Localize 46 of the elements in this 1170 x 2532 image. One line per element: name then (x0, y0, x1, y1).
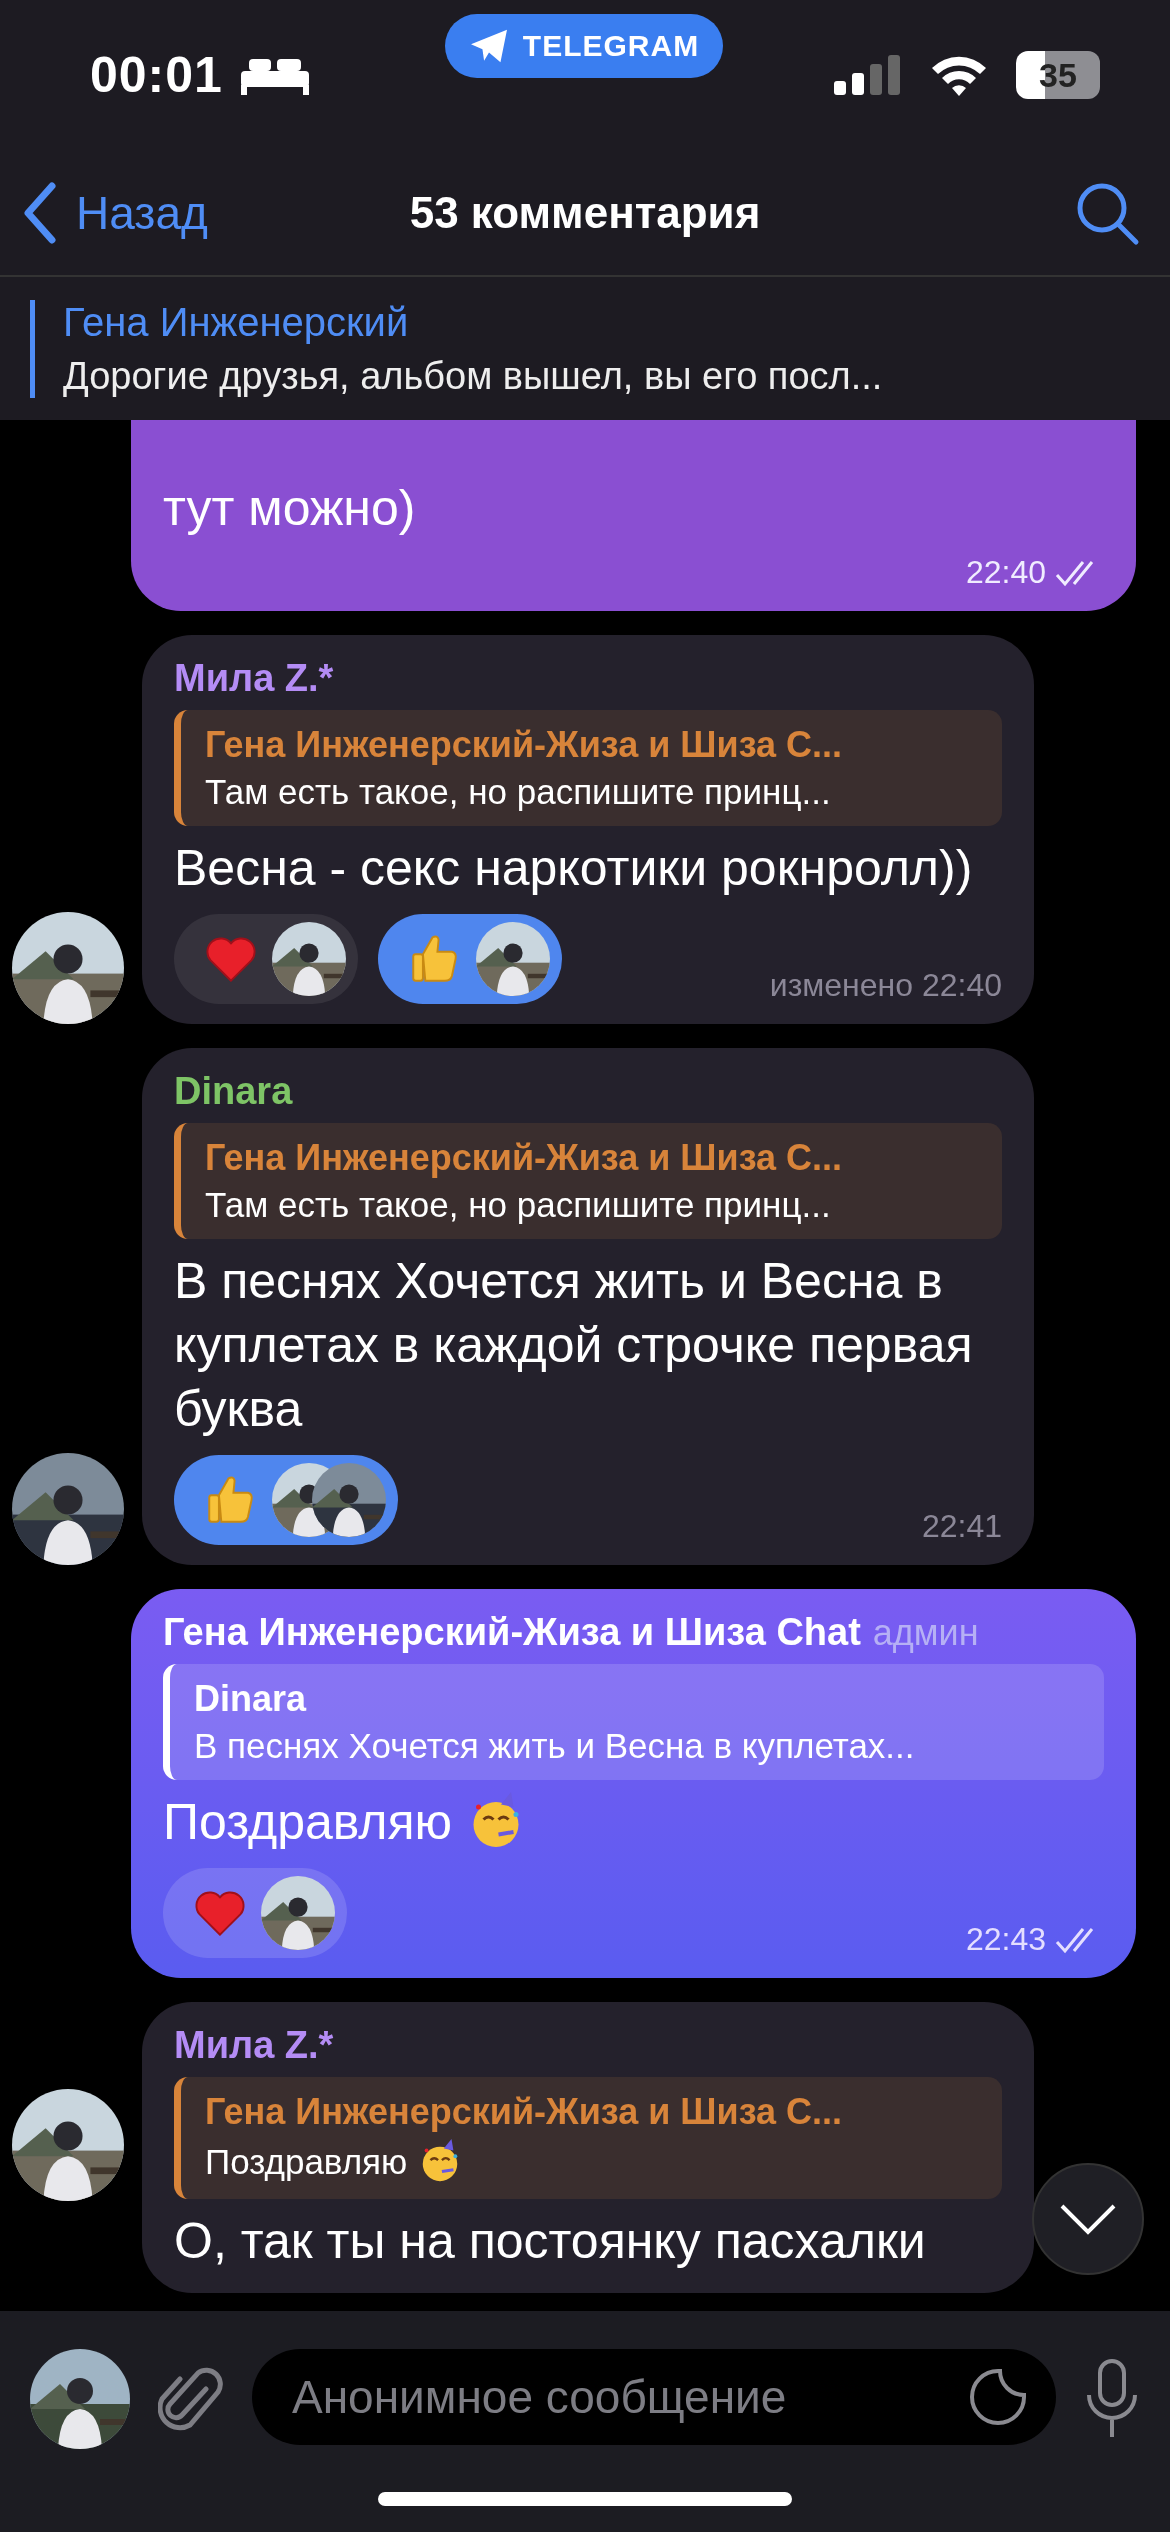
message-text: О, так ты на постоянку пасхалки (174, 2212, 926, 2271)
reply-quote[interactable]: Dinara В песнях Хочется жить и Весна в куплетах... (163, 1664, 1104, 1780)
reply-author: Гена Инженерский-Жиза и Шиза С... (205, 1137, 843, 1179)
app-return-pill[interactable]: TELEGRAM (445, 14, 723, 78)
message-time: 22:40 (965, 554, 1046, 591)
message-time: 22:41 (921, 1508, 1002, 1545)
reply-text: Там есть такое, но распишите принц... (205, 772, 831, 812)
reply-text: Там есть такое, но распишите принц... (205, 1185, 831, 1225)
message-bubble[interactable]: тут можно) 22:40 (131, 420, 1136, 611)
sender-name: Dinara (174, 1070, 293, 1113)
pinned-message[interactable]: Гена Инженерский Дорогие друзья, альбом вышел, вы его посл... (0, 277, 1170, 420)
message-input[interactable]: Анонимное сообщение (252, 2349, 1056, 2445)
message-text: В песнях Хочется жить и Весна в куплетах в каждой строчке первая буква (174, 1252, 974, 1439)
signal-icon (834, 55, 902, 95)
reply-quote[interactable]: Гена Инженерский-Жиза и Шиза С... Поздравляю (174, 2077, 1002, 2199)
message-bubble[interactable]: Мила Z.* Гена Инженерский-Жиза и Шиза С... Там есть такое, но распишите принц... Весна - секс наркотики рокнролл)) изменено 22:40 (142, 635, 1034, 1024)
reply-quote[interactable]: Гена Инженерский-Жиза и Шиза С... Там есть такое, но распишите принц... (174, 710, 1002, 826)
pinned-text: Дорогие друзья, альбом вышел, вы его посл... (63, 354, 883, 398)
status-time: 00:01 (90, 46, 223, 104)
paper-plane-icon (468, 28, 509, 64)
wifi-icon (930, 54, 988, 96)
message-text: Поздравляю (163, 1793, 452, 1852)
message-bubble[interactable]: Гена Инженерский-Жиза и Шиза Chat админ Dinara В песнях Хочется жить и Весна в куплетах... Поздравляю 22:43 (131, 1589, 1136, 1978)
message-text: тут можно) (163, 479, 416, 538)
message-time: изменено 22:40 (769, 967, 1002, 1004)
reply-text: В песнях Хочется жить и Весна в куплетах... (194, 1726, 915, 1766)
chevron-down-icon (1059, 2203, 1117, 2235)
admin-label: админ (872, 1612, 979, 1654)
pinned-author: Гена Инженерский (63, 299, 410, 345)
chat-title: 53 комментария (409, 187, 761, 237)
chevron-left-icon (22, 181, 58, 244)
back-button[interactable]: Назад (22, 181, 208, 244)
microphone-icon[interactable] (1084, 2359, 1140, 2439)
sender-name: Мила Z.* (174, 2024, 334, 2067)
reply-author: Гена Инженерский-Жиза и Шиза С... (205, 2091, 843, 2133)
sender-name: Гена Инженерский-Жиза и Шиза Chat (163, 1611, 861, 1654)
sticker-icon[interactable] (968, 2367, 1028, 2427)
message-time: 22:43 (965, 1921, 1046, 1958)
message-bubble[interactable]: Мила Z.* Гена Инженерский-Жиза и Шиза С... Поздравляю О, так ты на постоянку пасхалки (142, 2002, 1034, 2293)
reply-author: Гена Инженерский-Жиза и Шиза С... (205, 724, 843, 766)
reply-author: Dinara (194, 1678, 308, 1720)
sender-name: Мила Z.* (174, 657, 334, 700)
reply-text: Поздравляю (205, 2142, 408, 2182)
message-text: Весна - секс наркотики рокнролл)) (174, 839, 973, 898)
message-bubble[interactable]: Dinara Гена Инженерский-Жиза и Шиза С... Там есть такое, но распишите принц... В песнях Хочется жить и Весна в куплетах в каждой строчке первая буква 22:41 (142, 1048, 1034, 1565)
reply-quote[interactable]: Гена Инженерский-Жиза и Шиза С... Там есть такое, но распишите принц... (174, 1123, 1002, 1239)
